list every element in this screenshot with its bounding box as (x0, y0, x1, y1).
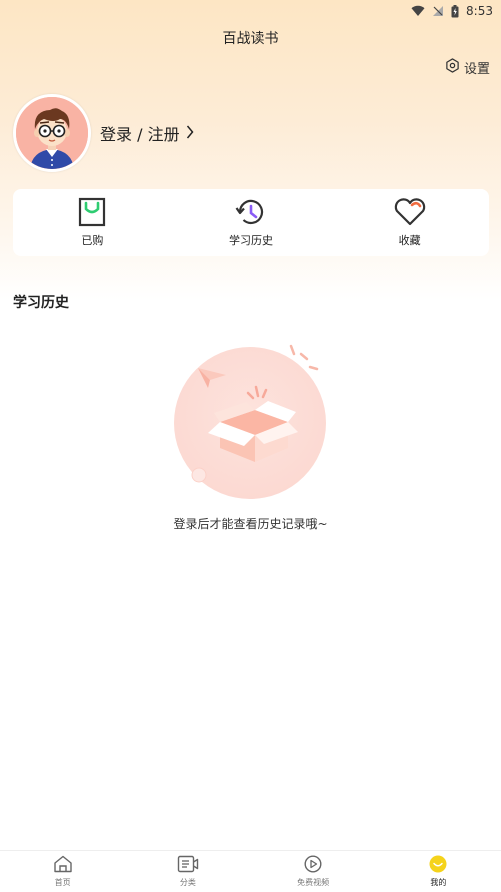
gear-icon (445, 58, 460, 77)
tab-home[interactable]: 首页 (0, 855, 125, 888)
tab-home-label: 首页 (54, 878, 71, 887)
tab-category-label: 分类 (179, 878, 196, 887)
category-icon (177, 855, 199, 875)
bottom-tab-bar: 首页 分类 免费视频 我的 (0, 850, 501, 892)
favorites-button[interactable]: 收藏 (350, 197, 470, 248)
tab-free-video[interactable]: 免费视频 (251, 855, 376, 888)
status-bar: 8:53 (0, 0, 501, 22)
history-icon (235, 197, 267, 227)
wifi-icon (411, 5, 425, 17)
profile-section: 登录 / 注册 (13, 94, 194, 172)
no-signal-icon (432, 5, 444, 17)
status-time: 8:53 (466, 4, 493, 18)
profile-icon (428, 855, 448, 875)
home-icon (53, 855, 73, 875)
heart-icon (393, 197, 427, 227)
tab-category[interactable]: 分类 (125, 855, 250, 888)
tab-mine-label: 我的 (430, 878, 447, 887)
purchased-button[interactable]: 已购 (32, 197, 152, 248)
battery-icon (451, 4, 459, 18)
play-icon (303, 855, 323, 875)
settings-label: 设置 (463, 62, 490, 77)
tab-mine[interactable]: 我的 (376, 855, 501, 888)
empty-state-message: 登录后才能查看历史记录哦~ (173, 517, 328, 531)
empty-box-illustration (170, 340, 335, 505)
shopping-bag-icon (78, 197, 106, 227)
login-register-link[interactable]: 登录 / 注册 (100, 121, 194, 145)
tab-free-video-label: 免费视频 (297, 878, 330, 887)
page-title: 百战读书 (222, 31, 279, 47)
quick-actions-card: 已购 学习历史 收藏 (13, 189, 489, 256)
chevron-right-icon (186, 124, 194, 143)
study-history-label: 学习历史 (228, 234, 273, 247)
study-history-heading: 学习历史 (13, 295, 69, 311)
settings-button[interactable]: 设置 (445, 58, 490, 77)
login-register-label: 登录 / 注册 (100, 125, 180, 144)
purchased-label: 已购 (81, 234, 104, 247)
study-history-button[interactable]: 学习历史 (191, 197, 311, 248)
favorites-label: 收藏 (398, 234, 421, 247)
avatar[interactable] (13, 94, 91, 172)
